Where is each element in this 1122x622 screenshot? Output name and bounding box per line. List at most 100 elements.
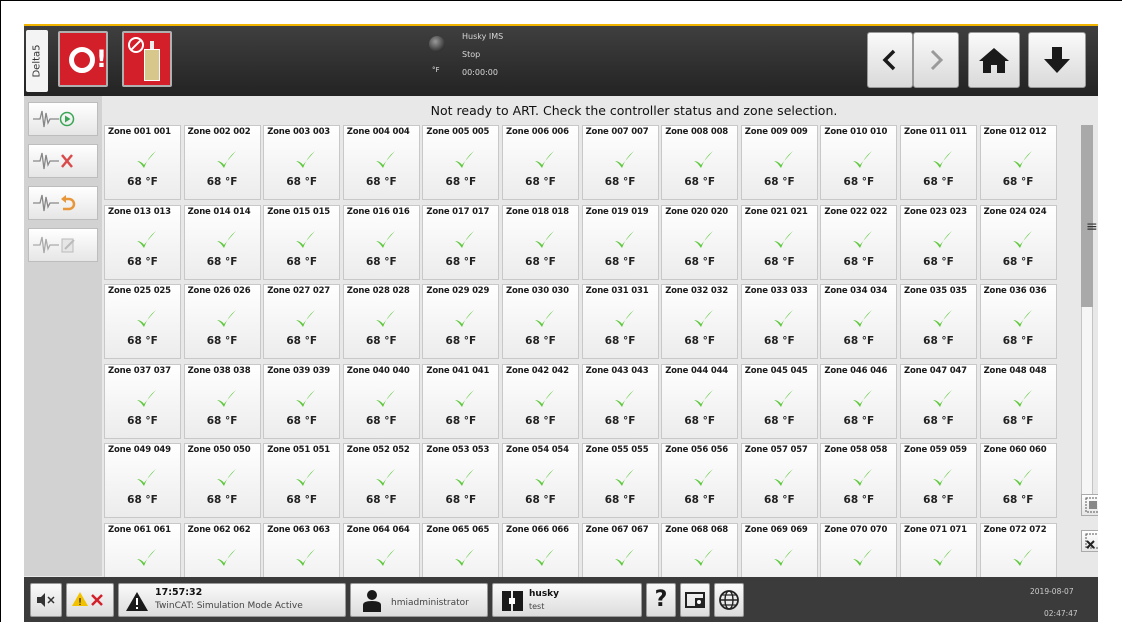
zone-tile[interactable]: Zone 071 071 [900, 522, 977, 577]
zone-tile[interactable]: Zone 008 008 68 °F [661, 125, 739, 200]
zone-tile[interactable]: Zone 040 040 68 °F [342, 363, 420, 439]
screenshot-button[interactable] [680, 583, 710, 617]
zone-tile[interactable]: Zone 031 031 68 °F [581, 284, 659, 359]
zone-tile[interactable]: Zone 011 011 68 °F [900, 125, 977, 200]
zone-tile[interactable]: Zone 003 003 68 °F [263, 125, 341, 200]
check-icon [374, 388, 396, 410]
zone-tile[interactable]: Zone 035 035 68 °F [900, 284, 977, 359]
zone-tile[interactable]: Zone 070 070 [820, 522, 898, 577]
zone-tile[interactable]: Zone 055 055 68 °F [581, 443, 659, 518]
zone-tile[interactable]: Zone 048 048 68 °F [979, 363, 1057, 439]
machine-stop-alarm-button[interactable]: ! [58, 31, 108, 87]
zone-tile[interactable]: Zone 041 041 68 °F [422, 363, 500, 439]
back-button[interactable] [867, 32, 913, 88]
zone-tile[interactable]: Zone 042 042 68 °F [502, 363, 579, 439]
zone-tile[interactable]: Zone 065 065 [422, 522, 500, 577]
zone-tile[interactable]: Zone 067 067 [581, 522, 659, 577]
zone-tile[interactable]: Zone 056 056 68 °F [661, 443, 739, 518]
start-art-button[interactable] [28, 102, 98, 136]
heater-alarm-button[interactable] [122, 31, 172, 87]
zone-tile[interactable]: Zone 038 038 68 °F [183, 363, 261, 439]
zone-tile[interactable]: Zone 015 015 68 °F [263, 204, 341, 280]
zone-tile[interactable]: Zone 043 043 68 °F [581, 363, 659, 439]
scrollbar-thumb[interactable] [1081, 125, 1093, 307]
zone-tile[interactable]: Zone 052 052 68 °F [342, 443, 420, 518]
zone-tile[interactable]: Zone 017 017 68 °F [422, 204, 500, 280]
zone-tile[interactable]: Zone 057 057 68 °F [740, 443, 818, 518]
zone-tile[interactable]: Zone 016 016 68 °F [342, 204, 420, 280]
zone-tile[interactable]: Zone 028 028 68 °F [342, 284, 420, 359]
user-button[interactable]: hmiadministrator [350, 583, 488, 617]
speaker-mute-icon [37, 593, 55, 607]
select-all-zones-button[interactable] [1081, 494, 1098, 516]
deselect-zones-button[interactable] [1081, 530, 1098, 552]
zone-label: Zone 001 [108, 127, 151, 137]
zone-tile[interactable]: Zone 045 045 68 °F [740, 363, 818, 439]
zone-tile[interactable]: Zone 001 001 68 °F [104, 125, 181, 200]
menu-icon[interactable]: ≡ [1086, 219, 1098, 235]
zone-tile[interactable]: Zone 007 007 68 °F [581, 125, 659, 200]
zone-tile[interactable]: Zone 054 054 68 °F [502, 443, 579, 518]
zone-tile[interactable]: Zone 021 021 68 °F [740, 204, 818, 280]
zone-tile[interactable]: Zone 005 005 68 °F [422, 125, 500, 200]
zone-tile[interactable]: Zone 037 037 68 °F [104, 363, 181, 439]
zone-tile[interactable]: Zone 026 026 68 °F [183, 284, 261, 359]
zone-tile[interactable]: Zone 053 053 68 °F [422, 443, 500, 518]
zone-tile[interactable]: Zone 036 036 68 °F [979, 284, 1057, 359]
home-button[interactable] [968, 32, 1020, 88]
zone-tile[interactable]: Zone 009 009 68 °F [740, 125, 818, 200]
mute-button[interactable] [30, 583, 62, 617]
zone-tile[interactable]: Zone 024 024 68 °F [979, 204, 1057, 280]
zone-tile[interactable]: Zone 012 012 68 °F [979, 125, 1057, 200]
zone-tile[interactable]: Zone 027 027 68 °F [263, 284, 341, 359]
zone-tile[interactable]: Zone 002 002 68 °F [183, 125, 261, 200]
zone-tile[interactable]: Zone 059 059 68 °F [900, 443, 977, 518]
zone-tile[interactable]: Zone 064 064 [342, 522, 420, 577]
cancel-art-button[interactable] [28, 144, 98, 178]
zone-tile[interactable]: Zone 006 006 68 °F [502, 125, 579, 200]
machine-tab[interactable]: Delta5 [26, 30, 48, 92]
zone-tile[interactable]: Zone 060 060 68 °F [979, 443, 1057, 518]
zone-tile[interactable]: Zone 058 058 68 °F [820, 443, 898, 518]
zone-tile[interactable]: Zone 044 044 68 °F [661, 363, 739, 439]
zone-tile[interactable]: Zone 066 066 [502, 522, 579, 577]
forward-button[interactable] [913, 32, 959, 88]
mold-button[interactable]: husky test [492, 583, 642, 617]
zone-tile[interactable]: Zone 013 013 68 °F [104, 204, 181, 280]
zone-tile[interactable]: Zone 018 018 68 °F [502, 204, 579, 280]
zone-tile[interactable]: Zone 025 025 68 °F [104, 284, 181, 359]
zone-tile[interactable]: Zone 034 034 68 °F [820, 284, 898, 359]
language-button[interactable] [714, 583, 744, 617]
zone-tile[interactable]: Zone 062 062 [183, 522, 261, 577]
download-button[interactable] [1028, 32, 1086, 88]
zone-tile[interactable]: Zone 004 004 68 °F [342, 125, 420, 200]
zone-name: Zone 016 016 [347, 207, 410, 217]
zone-tile[interactable]: Zone 020 020 68 °F [661, 204, 739, 280]
zone-tile[interactable]: Zone 051 051 68 °F [263, 443, 341, 518]
zone-tile[interactable]: Zone 061 061 [104, 522, 181, 577]
zone-tile[interactable]: Zone 032 032 68 °F [661, 284, 739, 359]
zone-tile[interactable]: Zone 022 022 68 °F [820, 204, 898, 280]
zone-tile[interactable]: Zone 072 072 [979, 522, 1057, 577]
zone-tile[interactable]: Zone 068 068 [661, 522, 739, 577]
zone-tile[interactable]: Zone 023 023 68 °F [900, 204, 977, 280]
zone-tile[interactable]: Zone 029 029 68 °F [422, 284, 500, 359]
acknowledge-alarms-button[interactable]: ! [66, 583, 114, 617]
zone-tile[interactable]: Zone 010 010 68 °F [820, 125, 898, 200]
zone-tile[interactable]: Zone 030 030 68 °F [502, 284, 579, 359]
zone-tile[interactable]: Zone 019 019 68 °F [581, 204, 659, 280]
zone-tile[interactable]: Zone 050 050 68 °F [183, 443, 261, 518]
help-button[interactable]: ? [646, 583, 676, 617]
zone-tile[interactable]: Zone 039 039 68 °F [263, 363, 341, 439]
zone-tile[interactable]: Zone 047 047 68 °F [900, 363, 977, 439]
zone-tile[interactable]: Zone 033 033 68 °F [740, 284, 818, 359]
edit-art-button[interactable] [28, 228, 98, 262]
zone-tile[interactable]: Zone 046 046 68 °F [820, 363, 898, 439]
zone-tile[interactable]: Zone 063 063 [263, 522, 341, 577]
zone-number: 019 [631, 206, 649, 217]
zone-tile[interactable]: Zone 069 069 [740, 522, 818, 577]
zone-tile[interactable]: Zone 014 014 68 °F [183, 204, 261, 280]
zone-tile[interactable]: Zone 049 049 68 °F [104, 443, 181, 518]
undo-art-button[interactable] [28, 186, 98, 220]
active-alarm-panel[interactable]: 17:57:32 TwinCAT: Simulation Mode Active [118, 583, 346, 617]
